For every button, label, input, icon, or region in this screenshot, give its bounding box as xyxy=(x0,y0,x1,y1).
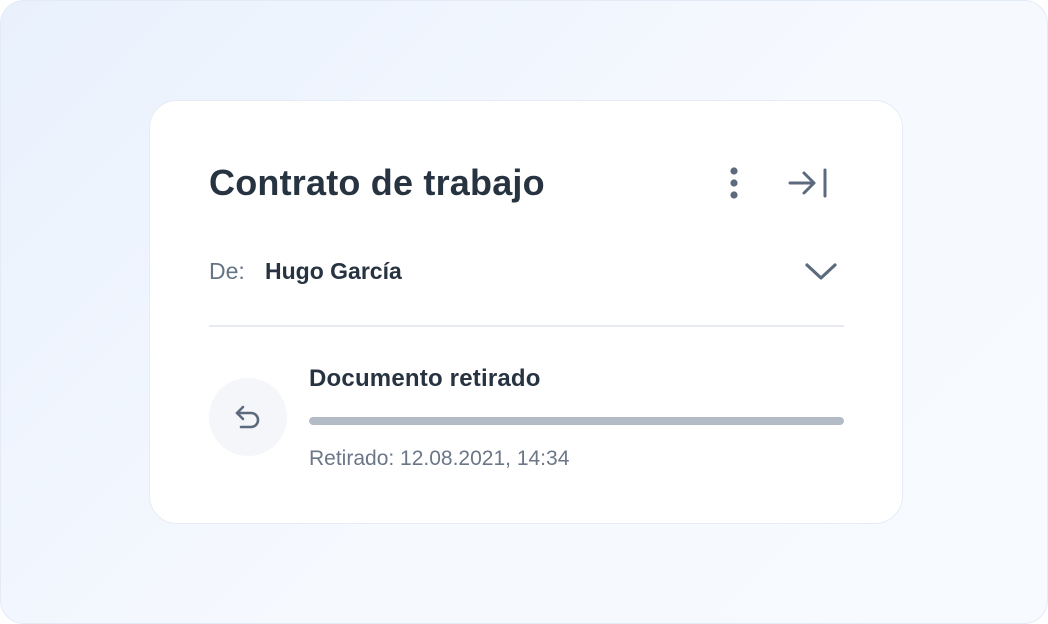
status-title: Documento retirado xyxy=(309,365,541,392)
background-panel: Contrato de trabajo De: Hugo García Docu… xyxy=(0,0,1048,624)
status-icon-container xyxy=(209,378,287,456)
sender-label: De: xyxy=(209,258,245,284)
document-card: Contrato de trabajo De: Hugo García Docu… xyxy=(149,100,903,524)
document-title: Contrato de trabajo xyxy=(209,162,545,203)
expand-sender-button[interactable] xyxy=(799,253,843,289)
status-progress-fill xyxy=(309,417,844,425)
chevron-down-icon xyxy=(805,263,837,280)
more-options-button[interactable] xyxy=(716,163,752,203)
sender-name: Hugo García xyxy=(265,258,402,284)
arrow-to-right-bar-icon xyxy=(788,168,827,198)
close-panel-button[interactable] xyxy=(782,163,834,203)
status-timestamp: Retirado: 12.08.2021, 14:34 xyxy=(309,447,570,470)
sender-row: De: Hugo García xyxy=(209,253,843,289)
divider xyxy=(209,325,844,327)
undo-arrow-icon xyxy=(235,405,260,429)
status-progress-bar xyxy=(309,417,844,425)
vertical-dots-icon xyxy=(730,167,738,199)
